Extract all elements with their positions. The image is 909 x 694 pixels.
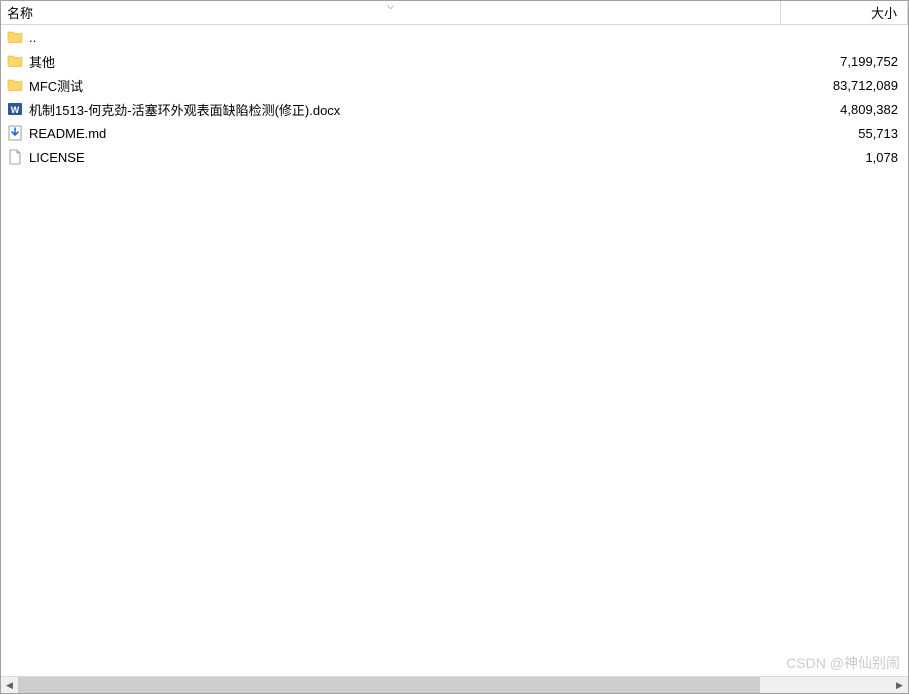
file-size: 1,078 [781,150,908,165]
folder-icon [7,53,23,69]
column-header-row: 名称 ⌵ 大小 [1,1,908,25]
file-name: MFC测试 [29,76,83,95]
svg-text:W: W [11,105,20,115]
sort-indicator-icon: ⌵ [387,1,394,12]
file-size: 7,199,752 [781,54,908,69]
file-explorer-panel: 名称 ⌵ 大小 .. 其他 7,199,752 [1,1,908,693]
file-name: 机制1513-何克劲-活塞环外观表面缺陷检测(修正).docx [29,100,340,119]
file-name-cell: 其他 [1,52,781,71]
list-item[interactable]: MFC测试 83,712,089 [1,73,908,97]
column-header-size-label: 大小 [871,3,897,22]
generic-file-icon [7,149,23,165]
file-name-cell: MFC测试 [1,76,781,95]
file-name-cell: .. [1,29,781,45]
column-header-name-label: 名称 [7,3,33,22]
file-list: .. 其他 7,199,752 MFC测试 83,712,089 [1,25,908,676]
file-name: 其他 [29,52,55,71]
list-item[interactable]: 其他 7,199,752 [1,49,908,73]
scroll-thumb[interactable] [18,677,760,693]
file-size: 83,712,089 [781,78,908,93]
file-name-cell: W 机制1513-何克劲-活塞环外观表面缺陷检测(修正).docx [1,100,781,119]
column-header-name[interactable]: 名称 ⌵ [1,1,781,24]
file-name-cell: README.md [1,125,781,141]
file-name-cell: LICENSE [1,149,781,165]
file-size: 55,713 [781,126,908,141]
list-item[interactable]: .. [1,25,908,49]
list-item[interactable]: README.md 55,713 [1,121,908,145]
folder-up-icon [7,29,23,45]
scroll-left-arrow-icon[interactable]: ◀ [1,677,18,693]
list-item[interactable]: W 机制1513-何克劲-活塞环外观表面缺陷检测(修正).docx 4,809,… [1,97,908,121]
file-size: 4,809,382 [781,102,908,117]
word-document-icon: W [7,101,23,117]
list-item[interactable]: LICENSE 1,078 [1,145,908,169]
folder-icon [7,77,23,93]
file-name: LICENSE [29,150,85,165]
column-header-size[interactable]: 大小 [781,1,908,24]
download-file-icon [7,125,23,141]
file-name: README.md [29,126,106,141]
scroll-track[interactable] [18,677,891,693]
file-name: .. [29,30,36,45]
horizontal-scrollbar[interactable]: ◀ ▶ [1,676,908,693]
scroll-right-arrow-icon[interactable]: ▶ [891,677,908,693]
